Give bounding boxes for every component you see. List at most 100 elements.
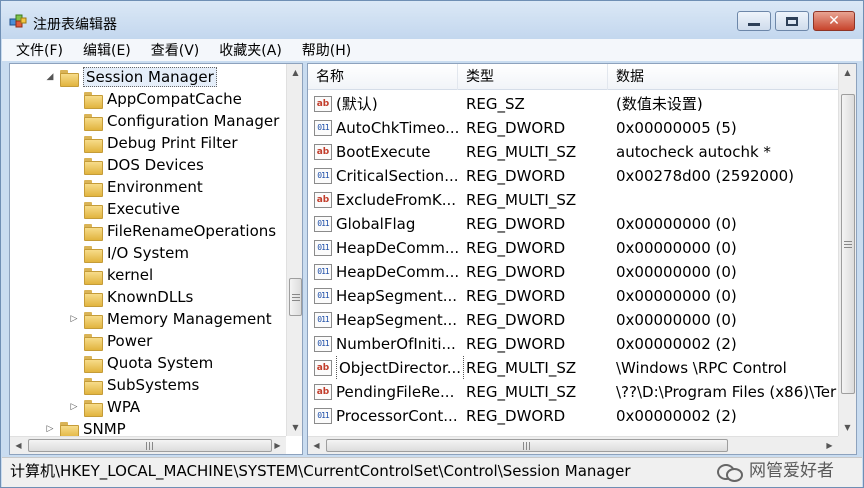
menu-bar: 文件(F) 编辑(E) 查看(V) 收藏夹(A) 帮助(H) bbox=[2, 39, 862, 61]
expand-arrow-icon[interactable]: ▷ bbox=[44, 423, 56, 435]
tree-item[interactable]: DOS Devices bbox=[68, 154, 204, 176]
binary-value-icon: 011 bbox=[314, 288, 332, 304]
tree-item[interactable]: Quota System bbox=[68, 352, 213, 374]
maximize-button[interactable] bbox=[775, 11, 809, 31]
string-value-icon: ab bbox=[314, 192, 332, 208]
value-name: ProcessorCont... bbox=[336, 407, 458, 425]
tree-vertical-scroll-thumb[interactable] bbox=[289, 278, 302, 316]
binary-value-icon: 011 bbox=[314, 336, 332, 352]
value-data bbox=[616, 188, 838, 212]
tree-item[interactable]: Power bbox=[68, 330, 152, 352]
tree-item-label: DOS Devices bbox=[107, 156, 204, 174]
scroll-right-arrow-icon[interactable]: ▶ bbox=[821, 437, 838, 454]
menu-file[interactable]: 文件(F) bbox=[6, 40, 73, 60]
watermark-text: 网管爱好者 bbox=[749, 461, 834, 481]
folder-icon bbox=[84, 355, 103, 373]
column-data-header[interactable]: 数据 bbox=[608, 64, 838, 90]
tree-item[interactable]: ◢ Session Manager bbox=[44, 66, 217, 88]
tree-item-label: Configuration Manager bbox=[107, 112, 280, 130]
expand-arrow-icon bbox=[68, 335, 80, 347]
folder-icon bbox=[60, 421, 79, 436]
value-type: REG_DWORD bbox=[466, 239, 566, 257]
binary-value-icon: 011 bbox=[314, 312, 332, 328]
value-row[interactable]: 011 GlobalFlag REG_DWORD 0x00000000 (0) bbox=[308, 212, 838, 236]
value-row[interactable]: 011 NumberOfIniti... REG_DWORD 0x00000002 (… bbox=[308, 332, 838, 356]
title-bar[interactable]: 注册表编辑器 ✕ bbox=[1, 1, 863, 39]
tree-item[interactable]: Environment bbox=[68, 176, 203, 198]
value-name: HeapDeComm... bbox=[336, 239, 460, 257]
column-type-header[interactable]: 类型 bbox=[458, 64, 608, 90]
value-row[interactable]: 011 HeapDeComm... REG_DWORD 0x00000000 (0) bbox=[308, 260, 838, 284]
value-name: ExcludeFromK... bbox=[336, 191, 457, 209]
scroll-down-arrow-icon[interactable]: ▼ bbox=[287, 419, 302, 436]
list-horizontal-scrollbar[interactable]: ◀ ▶ bbox=[308, 436, 838, 454]
menu-edit[interactable]: 编辑(E) bbox=[73, 40, 141, 60]
value-row[interactable]: ab (默认) REG_SZ (数值未设置) bbox=[308, 92, 838, 116]
tree-vertical-scrollbar[interactable]: ▲ ▼ bbox=[286, 64, 302, 436]
value-type: REG_DWORD bbox=[466, 311, 566, 329]
folder-icon bbox=[60, 69, 79, 87]
value-row[interactable]: ab PendingFileRe... REG_MULTI_SZ \??\D:\Pro… bbox=[308, 380, 838, 404]
menu-favorites[interactable]: 收藏夹(A) bbox=[209, 40, 292, 60]
registry-editor-window: 注册表编辑器 ✕ 文件(F) 编辑(E) 查看(V) 收藏夹(A) 帮助(H) … bbox=[0, 0, 864, 488]
value-row[interactable]: 011 AutoChkTimeo... REG_DWORD 0x00000005 (5… bbox=[308, 116, 838, 140]
tree-item[interactable]: Configuration Manager bbox=[68, 110, 279, 132]
value-row[interactable]: ab BootExecute REG_MULTI_SZ autocheck autoc… bbox=[308, 140, 838, 164]
tree-item[interactable]: ▷ Memory Management bbox=[68, 308, 272, 330]
scroll-left-arrow-icon[interactable]: ◀ bbox=[308, 437, 325, 454]
list-vertical-scrollbar[interactable]: ▲ ▼ bbox=[838, 64, 856, 436]
tree-horizontal-scrollbar[interactable]: ◀ ▶ bbox=[10, 436, 286, 454]
tree-item[interactable]: FileRenameOperations bbox=[68, 220, 276, 242]
tree-item-label: AppCompatCache bbox=[107, 90, 242, 108]
folder-icon bbox=[84, 91, 103, 109]
scroll-up-arrow-icon[interactable]: ▲ bbox=[839, 64, 856, 81]
tree-item[interactable]: KnownDLLs bbox=[68, 286, 193, 308]
tree-item[interactable]: Executive bbox=[68, 198, 180, 220]
tree-item[interactable]: SubSystems bbox=[68, 374, 199, 396]
tree-item[interactable]: ▷ SNMP bbox=[44, 418, 126, 436]
value-row[interactable]: 011 HeapSegment... REG_DWORD 0x00000000 (0) bbox=[308, 284, 838, 308]
value-name: ObjectDirector... bbox=[336, 356, 464, 380]
tree-item[interactable]: ▷ WPA bbox=[68, 396, 140, 418]
tree-item[interactable]: kernel bbox=[68, 264, 153, 286]
binary-value-icon: 011 bbox=[314, 120, 332, 136]
scroll-left-arrow-icon[interactable]: ◀ bbox=[10, 437, 27, 454]
value-name-cell: 011 AutoChkTimeo... bbox=[314, 116, 464, 140]
menu-view[interactable]: 查看(V) bbox=[141, 40, 210, 60]
scroll-right-arrow-icon[interactable]: ▶ bbox=[269, 437, 286, 454]
scroll-up-arrow-icon[interactable]: ▲ bbox=[287, 64, 302, 81]
column-name-header[interactable]: 名称 bbox=[308, 64, 458, 90]
binary-value-icon: 011 bbox=[314, 216, 332, 232]
scroll-down-arrow-icon[interactable]: ▼ bbox=[839, 419, 856, 436]
list-vertical-scroll-thumb[interactable] bbox=[841, 94, 855, 394]
tree-horizontal-scroll-thumb[interactable] bbox=[28, 439, 272, 452]
expand-arrow-icon[interactable]: ▷ bbox=[68, 313, 80, 325]
tree-item[interactable]: AppCompatCache bbox=[68, 88, 242, 110]
value-type: REG_MULTI_SZ bbox=[466, 383, 577, 401]
tree-item-label: Quota System bbox=[107, 354, 214, 372]
tree-item[interactable]: Debug Print Filter bbox=[68, 132, 238, 154]
value-row[interactable]: 011 ProcessorCont... REG_DWORD 0x00000002 (… bbox=[308, 404, 838, 428]
close-button[interactable]: ✕ bbox=[813, 11, 855, 31]
tree-item-label: Memory Management bbox=[107, 310, 272, 328]
value-name: CriticalSection... bbox=[336, 167, 459, 185]
list-horizontal-scroll-thumb[interactable] bbox=[326, 439, 728, 452]
minimize-button[interactable] bbox=[737, 11, 771, 31]
expand-arrow-icon[interactable]: ◢ bbox=[44, 71, 56, 83]
value-name-cell: 011 CriticalSection... bbox=[314, 164, 464, 188]
folder-icon bbox=[84, 135, 103, 153]
value-row[interactable]: 011 CriticalSection... REG_DWORD 0x00278d00… bbox=[308, 164, 838, 188]
tree-item-label: Session Manager bbox=[83, 67, 217, 87]
expand-arrow-icon[interactable]: ▷ bbox=[68, 401, 80, 413]
value-row[interactable]: 011 HeapSegment... REG_DWORD 0x00000000 (0) bbox=[308, 308, 838, 332]
folder-icon bbox=[84, 179, 103, 197]
value-name-cell: 011 HeapDeComm... bbox=[314, 260, 464, 284]
menu-help[interactable]: 帮助(H) bbox=[292, 40, 361, 60]
value-row[interactable]: ab ExcludeFromK... REG_MULTI_SZ bbox=[308, 188, 838, 212]
folder-icon bbox=[84, 377, 103, 395]
value-type: REG_DWORD bbox=[466, 119, 566, 137]
value-row[interactable]: ab ObjectDirector... REG_MULTI_SZ \Windows … bbox=[308, 356, 838, 380]
tree-item[interactable]: I/O System bbox=[68, 242, 189, 264]
value-row[interactable]: 011 HeapDeComm... REG_DWORD 0x00000000 (0) bbox=[308, 236, 838, 260]
expand-arrow-icon bbox=[68, 291, 80, 303]
